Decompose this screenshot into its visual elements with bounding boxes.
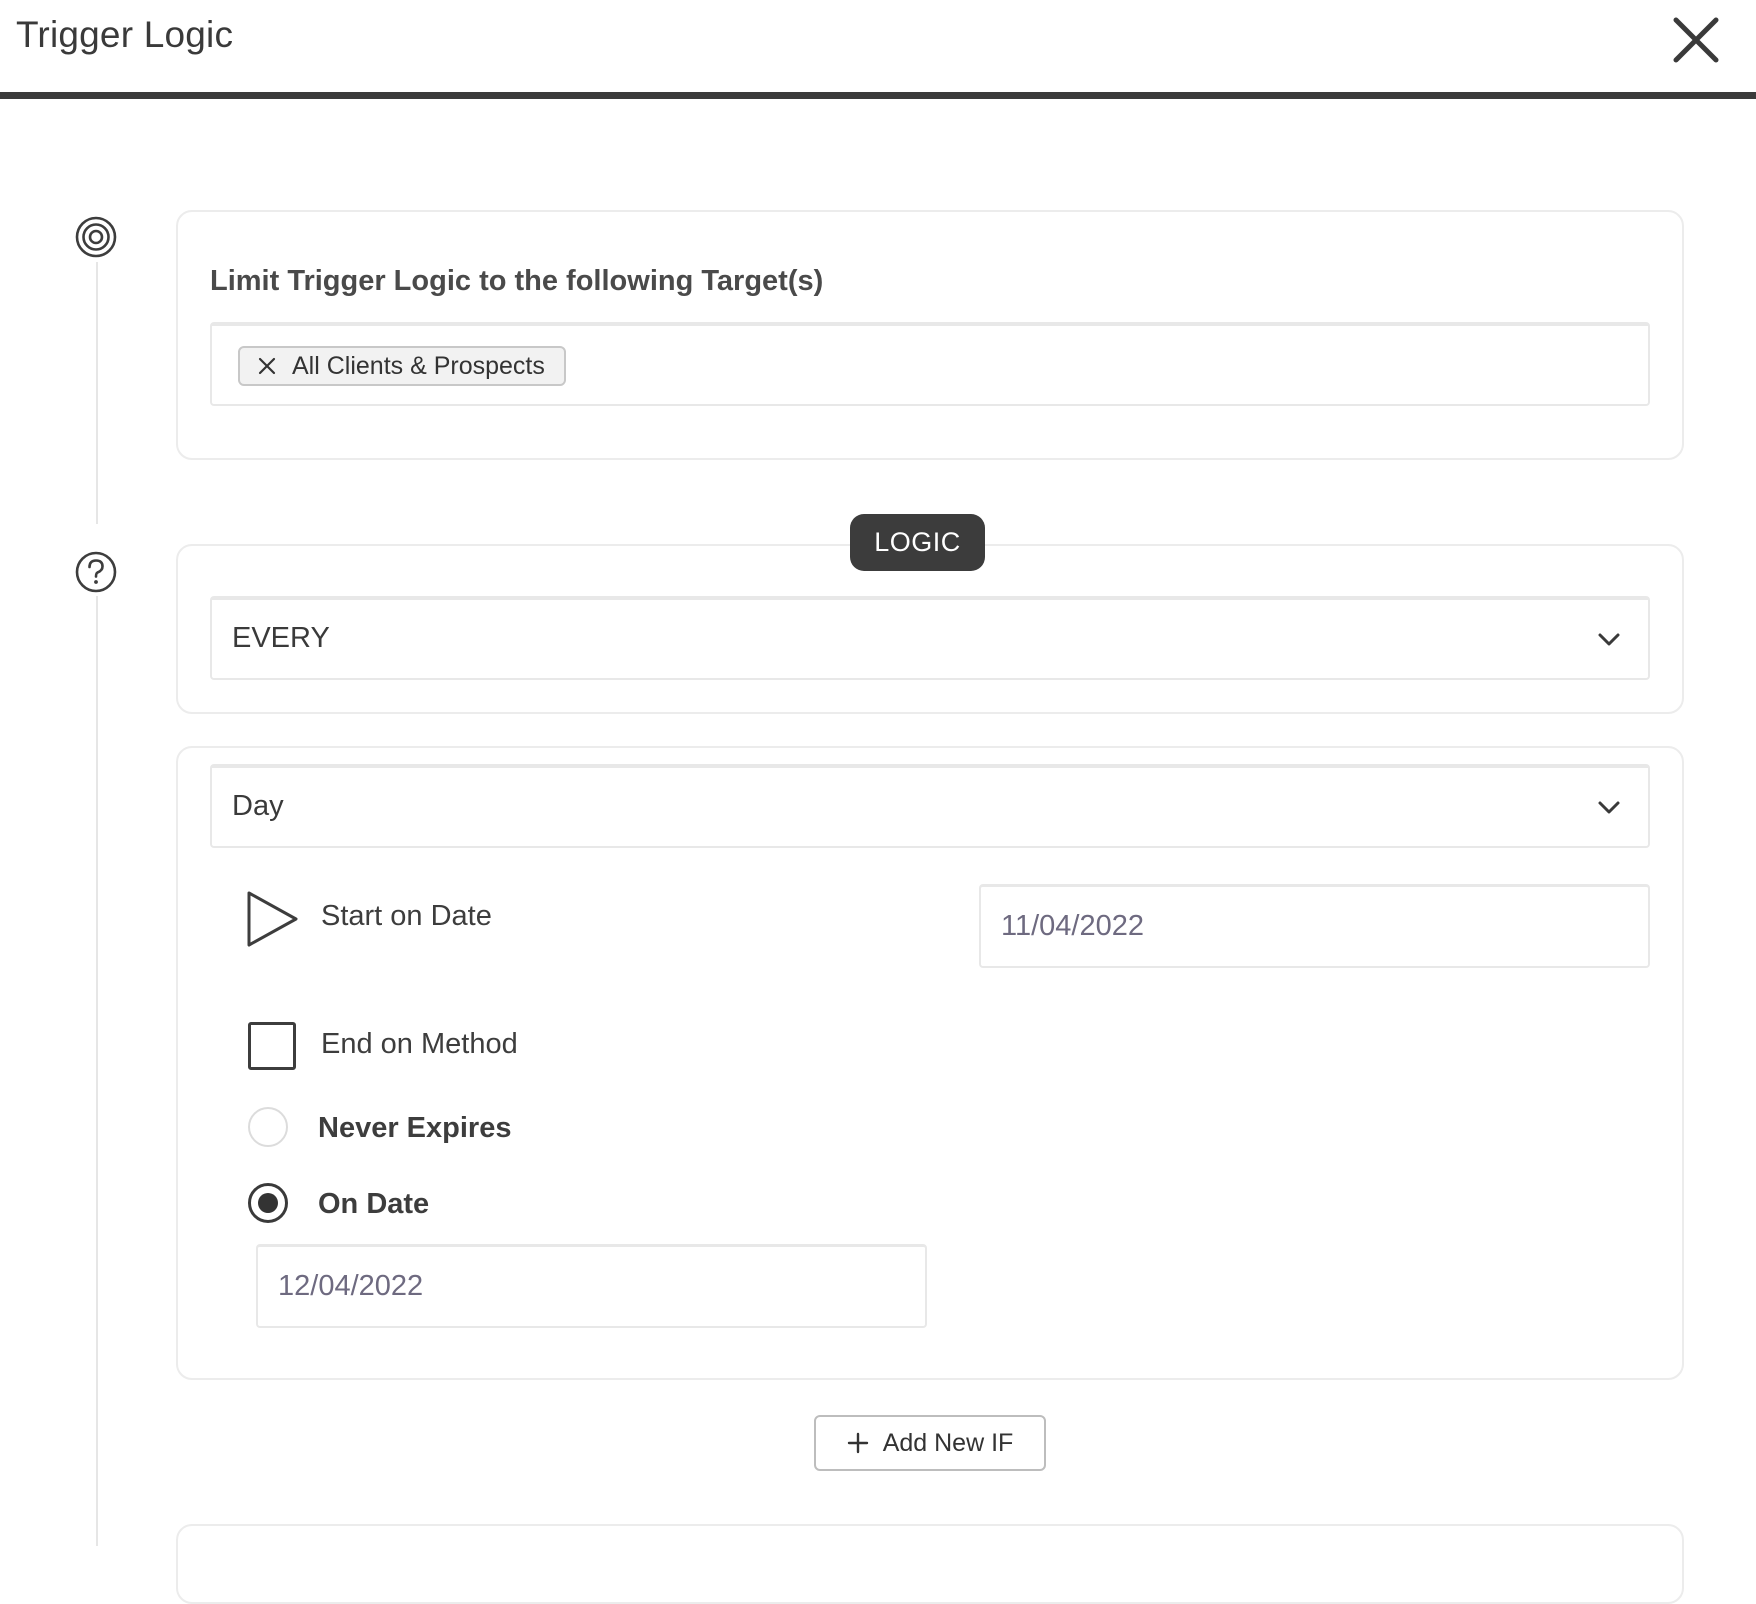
timeline-line xyxy=(96,596,98,1546)
close-icon xyxy=(1673,17,1719,63)
frequency-select[interactable]: EVERY xyxy=(210,596,1650,680)
plus-icon xyxy=(847,1432,868,1454)
modal-header: Trigger Logic xyxy=(0,0,1756,99)
remove-tag-icon[interactable] xyxy=(258,357,276,375)
close-button[interactable] xyxy=(1668,12,1724,68)
start-date-input[interactable]: 11/04/2022 xyxy=(979,884,1650,968)
on-date-label: On Date xyxy=(318,1188,430,1220)
target-tag-label: All Clients & Prospects xyxy=(292,351,545,380)
start-date-label: Start on Date xyxy=(321,900,492,932)
chevron-down-icon xyxy=(1598,633,1620,646)
end-method-checkbox[interactable] xyxy=(248,1022,296,1070)
never-expires-label: Never Expires xyxy=(318,1112,512,1144)
timeline-line xyxy=(96,262,98,524)
frequency-select-value: EVERY xyxy=(232,622,330,654)
modal-title: Trigger Logic xyxy=(16,14,234,55)
on-date-radio[interactable] xyxy=(248,1183,288,1223)
play-icon xyxy=(247,891,298,947)
chevron-down-icon xyxy=(1598,801,1620,814)
end-date-input[interactable]: 12/04/2022 xyxy=(256,1244,927,1328)
logic-badge: LOGIC xyxy=(850,514,985,571)
unit-select[interactable]: Day xyxy=(210,764,1650,848)
question-icon xyxy=(74,550,118,594)
target-tag-input[interactable]: All Clients & Prospects xyxy=(210,322,1650,406)
target-section-label: Limit Trigger Logic to the following Tar… xyxy=(210,265,824,297)
never-expires-radio[interactable] xyxy=(248,1107,288,1147)
target-tag: All Clients & Prospects xyxy=(238,346,566,386)
unit-select-value: Day xyxy=(232,790,284,822)
target-icon xyxy=(74,215,118,259)
next-card xyxy=(176,1524,1684,1604)
add-new-if-button[interactable]: Add New IF xyxy=(814,1415,1046,1471)
add-new-if-label: Add New IF xyxy=(882,1428,1014,1457)
end-method-label: End on Method xyxy=(321,1028,518,1060)
